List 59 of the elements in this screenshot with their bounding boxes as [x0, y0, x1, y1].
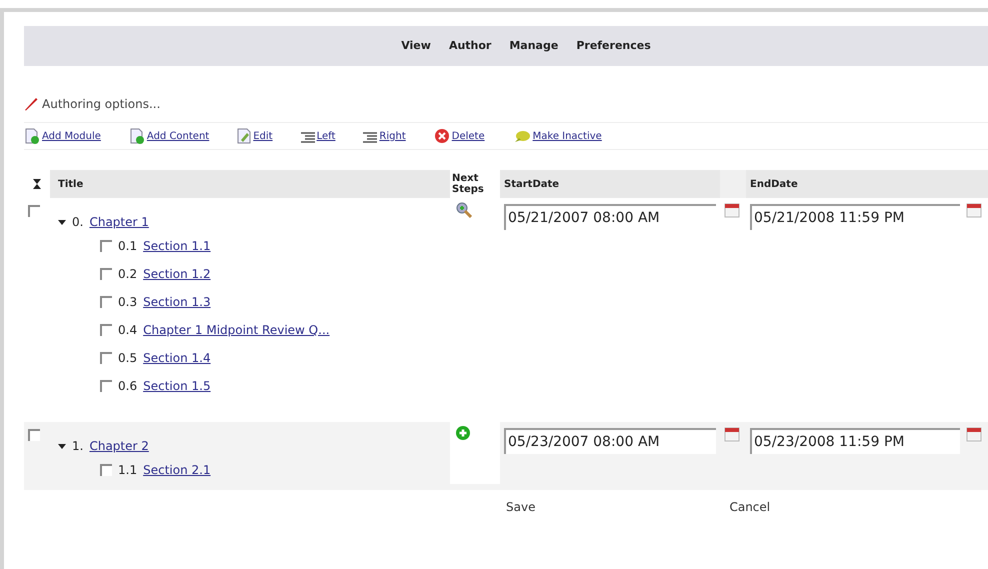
section-number: 0.4 [118, 322, 138, 339]
checkbox[interactable] [100, 464, 112, 476]
toolbar-link[interactable]: Add Module [42, 129, 101, 144]
add-icon[interactable] [456, 426, 470, 440]
checkbox[interactable] [28, 429, 40, 441]
column-header: Title [58, 178, 84, 192]
column-header: Next Steps [452, 173, 485, 195]
expand-arrow-icon[interactable] [58, 218, 66, 226]
section-number: 0.1 [118, 238, 138, 255]
list-indent-icon [363, 132, 378, 144]
page-add-icon [24, 128, 40, 144]
end-date-field[interactable]: 05/21/2008 11:59 PM [750, 204, 960, 230]
column-header: StartDate [504, 178, 560, 192]
section-number: 0.2 [118, 266, 138, 283]
pencil-icon [24, 97, 38, 111]
page-edit-icon [237, 128, 252, 144]
section-link[interactable]: Section 1.5 [143, 377, 211, 395]
section-link[interactable]: Section 1.2 [143, 265, 211, 283]
calendar-icon[interactable] [966, 426, 982, 442]
toolbar-link[interactable]: Right [379, 128, 406, 144]
toolbar-link[interactable]: Left [316, 128, 336, 144]
section-link[interactable]: Chapter 1 Midpoint Review Q... [143, 321, 330, 339]
toolbar-link[interactable]: Delete [452, 129, 485, 144]
toolbar-link[interactable]: Make Inactive [532, 128, 602, 144]
hourglass-icon [33, 179, 41, 189]
section-link[interactable]: Section 1.3 [143, 293, 211, 311]
chapter-link[interactable]: Chapter 1 [89, 213, 149, 231]
end-date-field[interactable]: 05/23/2008 11:59 PM [750, 428, 960, 454]
list-indent-icon [300, 132, 315, 144]
section-number: 0.3 [118, 294, 138, 311]
nav-link[interactable]: Preferences [576, 38, 651, 54]
nav-link[interactable]: Manage [509, 38, 558, 54]
calendar-icon[interactable] [724, 202, 740, 218]
section-link[interactable]: Section 1.4 [143, 349, 211, 367]
expand-arrow-icon[interactable] [58, 442, 66, 450]
authoring-options-text: Authoring options... [42, 96, 160, 113]
section-number: 0.6 [118, 378, 138, 395]
chapter-number: 1. [72, 438, 84, 455]
chapter-link[interactable]: Chapter 2 [89, 437, 149, 455]
toolbar-link[interactable]: Edit [253, 129, 273, 144]
chapter-number: 0. [72, 214, 84, 231]
calendar-icon[interactable] [966, 202, 982, 218]
toolbar-link[interactable]: Add Content [146, 129, 210, 144]
start-date-field[interactable]: 05/21/2007 08:00 AM [504, 204, 716, 230]
section-number: 1.1 [118, 462, 138, 479]
form-button[interactable]: Save [504, 498, 538, 516]
page-add-icon [128, 128, 145, 144]
section-link[interactable]: Section 1.1 [143, 237, 211, 255]
nav-link[interactable]: Author [448, 38, 492, 54]
calendar-icon[interactable] [724, 426, 740, 442]
column-header: EndDate [750, 178, 798, 192]
section-link[interactable]: Section 2.1 [143, 461, 211, 479]
magnifier-icon[interactable] [456, 202, 472, 218]
section-number: 0.5 [118, 350, 138, 367]
speech-bubble-icon [512, 130, 531, 144]
form-button[interactable]: Cancel [727, 498, 772, 516]
delete-icon [434, 128, 450, 144]
nav-link[interactable]: View [401, 38, 431, 54]
start-date-field[interactable]: 05/23/2007 08:00 AM [504, 428, 716, 454]
